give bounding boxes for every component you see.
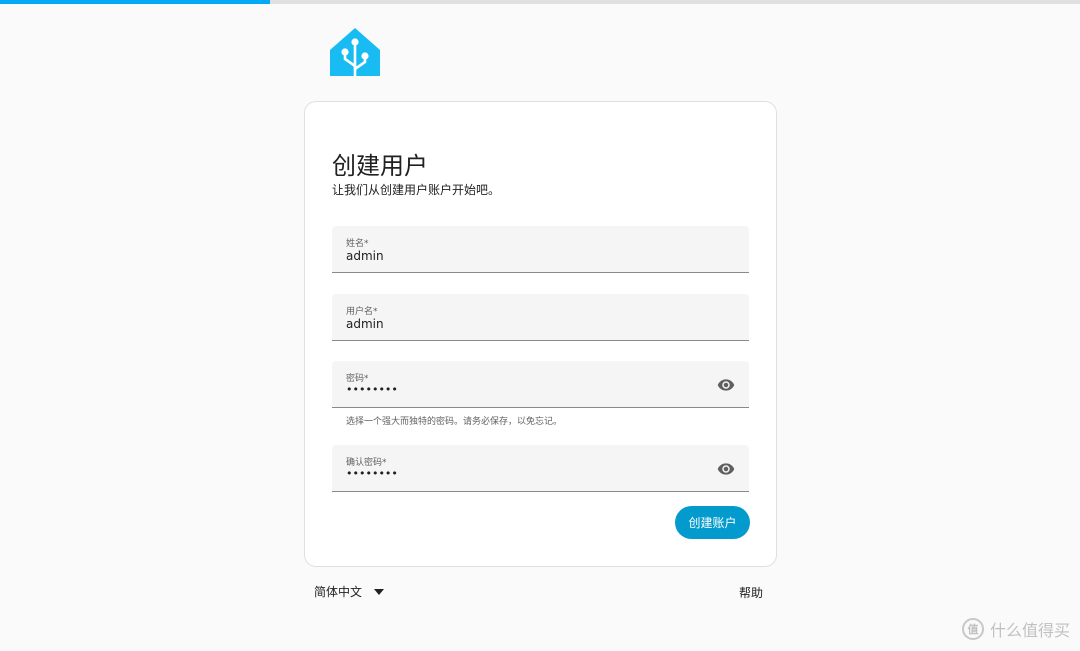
name-field-value[interactable]: admin (346, 249, 706, 263)
watermark-badge: 值 (961, 618, 984, 640)
create-user-card: 创建用户 让我们从创建用户账户开始吧。 姓名* admin 用户名* admin… (304, 101, 777, 567)
language-select[interactable]: 简体中文 (314, 583, 385, 600)
confirm-password-field-value[interactable]: •••••••• (346, 467, 706, 480)
create-account-button[interactable]: 创建账户 (675, 506, 750, 539)
username-field[interactable]: 用户名* admin (332, 294, 749, 341)
eye-icon[interactable] (717, 460, 735, 478)
page-subtitle: 让我们从创建用户账户开始吧。 (332, 183, 501, 197)
help-link[interactable]: 帮助 (739, 584, 763, 601)
page-title: 创建用户 (332, 152, 428, 180)
caret-down-icon (374, 588, 385, 595)
home-assistant-logo (330, 28, 380, 78)
footer: 简体中文 帮助 (304, 578, 777, 604)
eye-icon[interactable] (717, 376, 735, 394)
username-field-value[interactable]: admin (346, 317, 706, 331)
password-field[interactable]: 密码* •••••••• (332, 361, 749, 408)
progress-bar (0, 0, 1080, 4)
watermark-text: 什么值得买 (989, 621, 1070, 640)
password-field-value[interactable]: •••••••• (346, 383, 706, 396)
name-field[interactable]: 姓名* admin (332, 226, 749, 273)
username-field-label: 用户名* (346, 307, 378, 317)
password-helper-text: 选择一个强大而独特的密码。请务必保存，以免忘记。 (346, 417, 563, 427)
language-select-value: 简体中文 (314, 585, 363, 599)
progress-bar-fill (0, 0, 270, 4)
site-watermark: 值 什么值得买 (961, 617, 1070, 641)
name-field-label: 姓名* (346, 239, 369, 249)
confirm-password-field[interactable]: 确认密码* •••••••• (332, 445, 749, 492)
